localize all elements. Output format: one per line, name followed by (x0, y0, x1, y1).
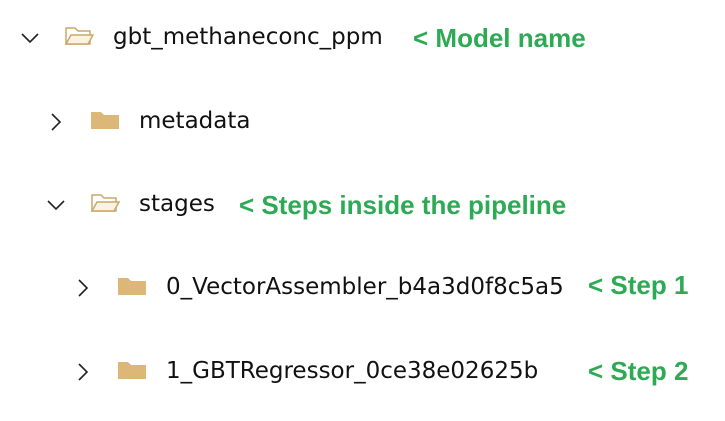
tree-item-stages[interactable]: stages < Steps inside the pipeline (0, 185, 725, 225)
chevron-right-icon[interactable] (73, 362, 93, 382)
tree-item-root[interactable]: gbt_methaneconc_ppm < Model name (0, 18, 725, 58)
annotation-step-1: < Step 1 (588, 270, 689, 300)
tree-item-label: gbt_methaneconc_ppm (113, 24, 383, 50)
folder-closed-icon (90, 108, 120, 132)
tree-item-step-2[interactable]: 1_GBTRegressor_0ce38e02625b < Step 2 (0, 352, 725, 392)
tree-item-label: 0_VectorAssembler_b4a3d0f8c5a5 (166, 274, 564, 300)
tree-item-label: metadata (139, 108, 251, 134)
folder-open-icon (64, 24, 94, 48)
chevron-right-icon[interactable] (46, 112, 66, 132)
folder-open-icon (90, 191, 120, 215)
tree-item-label: stages (139, 191, 215, 217)
chevron-down-icon[interactable] (46, 195, 66, 215)
chevron-down-icon[interactable] (20, 28, 40, 48)
annotation-model-name: < Model name (413, 23, 586, 53)
tree-item-label: 1_GBTRegressor_0ce38e02625b (166, 358, 539, 384)
folder-closed-icon (117, 274, 147, 298)
tree-item-metadata[interactable]: metadata (0, 102, 725, 142)
tree-item-step-1[interactable]: 0_VectorAssembler_b4a3d0f8c5a5 < Step 1 (0, 268, 725, 308)
folder-closed-icon (117, 358, 147, 382)
annotation-pipeline-steps: < Steps inside the pipeline (239, 190, 567, 220)
chevron-right-icon[interactable] (73, 278, 93, 298)
annotation-step-2: < Step 2 (588, 356, 689, 386)
